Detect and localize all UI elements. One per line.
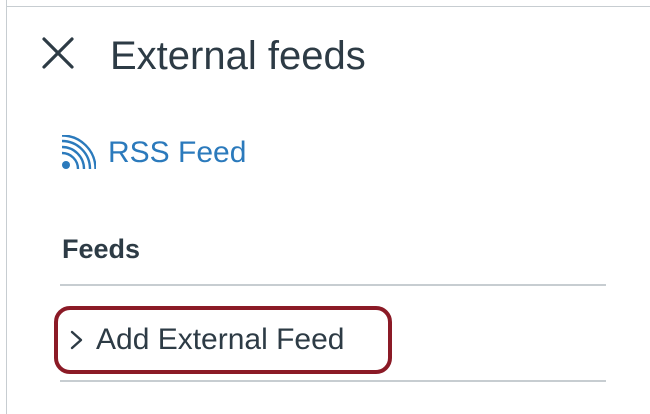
- close-button[interactable]: [38, 33, 78, 73]
- chevron-right-icon: [70, 330, 83, 350]
- rss-feed-label: RSS Feed: [108, 136, 247, 169]
- rss-icon: [61, 135, 96, 170]
- external-feeds-panel: External feeds RSS Feed Feeds Add Extern…: [0, 0, 650, 414]
- rss-feed-link[interactable]: RSS Feed: [60, 132, 246, 174]
- add-external-feed-toggle[interactable]: Add External Feed: [54, 306, 392, 374]
- panel-title: External feeds: [110, 34, 366, 78]
- divider-bottom: [60, 380, 606, 382]
- divider-top: [60, 284, 606, 286]
- panel-header: External feeds: [0, 0, 650, 110]
- close-icon: [42, 37, 74, 69]
- add-external-feed-label: Add External Feed: [96, 323, 345, 356]
- feeds-heading: Feeds: [62, 234, 141, 264]
